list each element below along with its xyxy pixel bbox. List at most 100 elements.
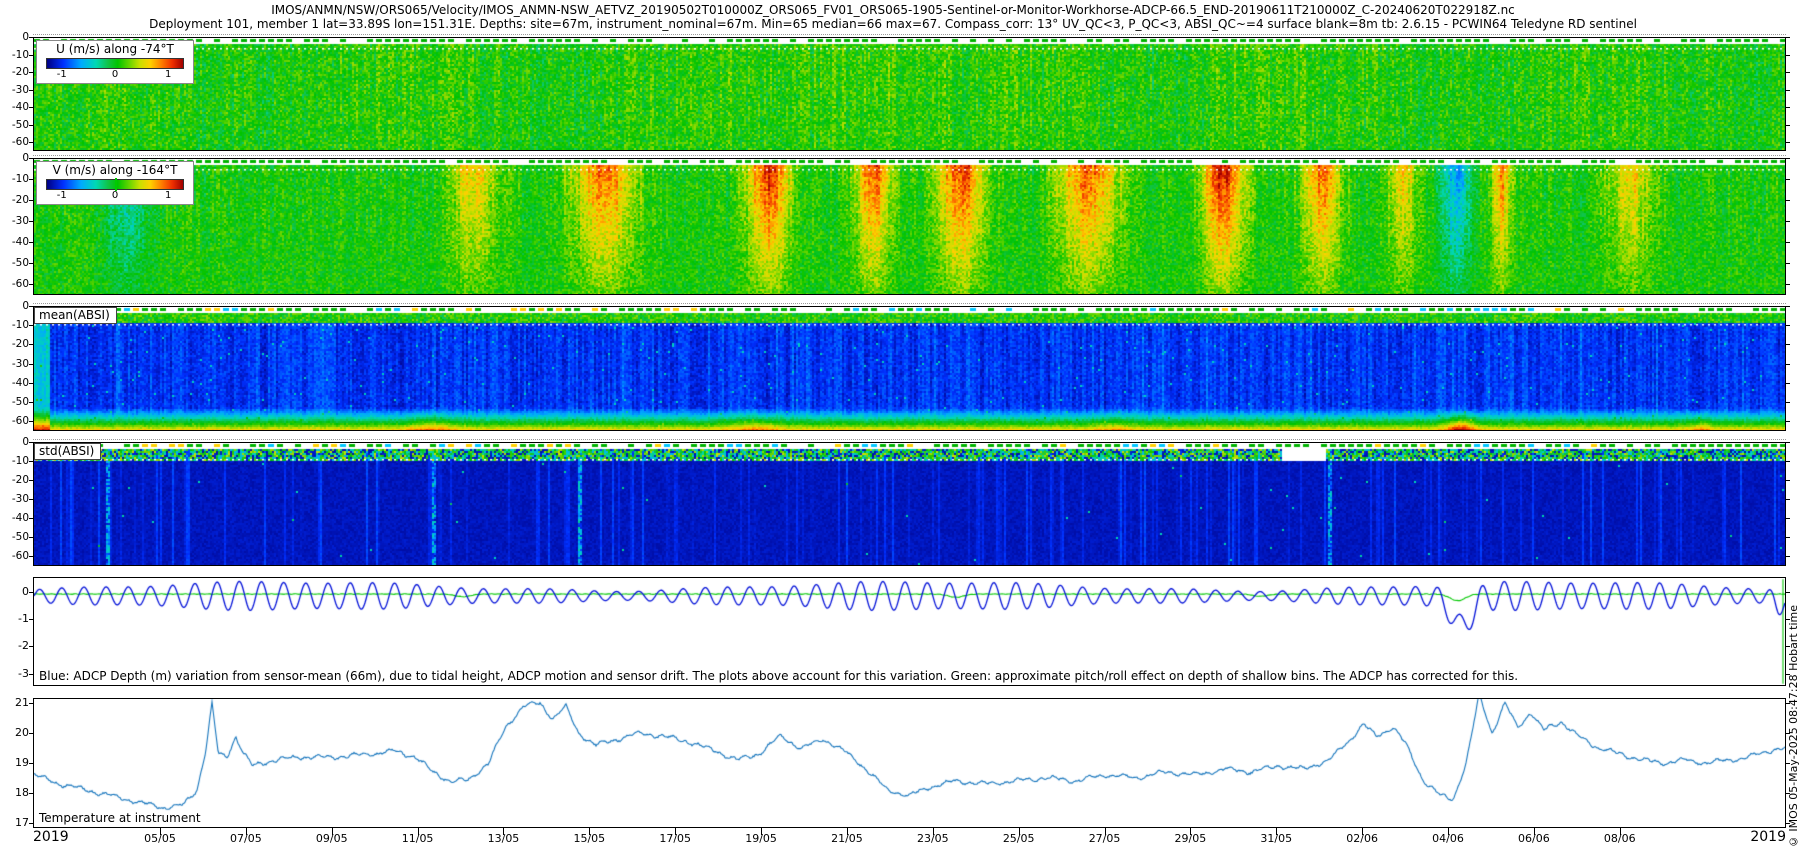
x-axis-year-right: 2019 <box>1750 829 1786 845</box>
y-tick-label: -2 <box>18 639 29 653</box>
y-tick-label: -10 <box>11 173 29 186</box>
y-tick-mark <box>29 556 33 558</box>
temperature-plot <box>34 699 1785 827</box>
y-tick-mark <box>29 823 33 825</box>
y-tick-mark <box>1786 54 1790 56</box>
figure-subtitle: Deployment 101, member 1 lat=33.89S lon=… <box>149 17 1637 31</box>
y-tick-mark <box>29 325 33 327</box>
y-tick-mark <box>1786 763 1790 764</box>
panel-depth-variation: Blue: ADCP Depth (m) variation from sens… <box>33 577 1786 686</box>
y-tick-mark <box>1786 107 1790 109</box>
y-tick-label: 17 <box>15 816 29 830</box>
y-tick-mark <box>29 732 33 734</box>
y-tick-mark <box>29 124 33 126</box>
y-tick-label: -60 <box>11 550 29 563</box>
x-tick-label: 25/05 <box>1002 832 1035 845</box>
x-tick-label: 02/06 <box>1346 832 1378 845</box>
y-tick-mark <box>1786 556 1790 558</box>
y-tick-mark <box>1786 37 1790 38</box>
y-tick-mark <box>1786 242 1790 244</box>
y-tick-label: -60 <box>11 136 29 149</box>
v-colorbar <box>46 178 184 191</box>
y-tick-label: -50 <box>11 257 29 270</box>
y-tick-label: -10 <box>11 48 29 61</box>
panel-temperature: Temperature at instrument <box>33 698 1786 828</box>
y-tick-mark <box>29 763 33 764</box>
y-tick-mark <box>1786 421 1790 423</box>
colorbar-tick-label: 0 <box>111 190 119 201</box>
x-tick-label: 11/05 <box>401 832 434 845</box>
x-tick-label: 08/06 <box>1603 832 1636 845</box>
y-tick-label: -30 <box>11 493 29 506</box>
y-tick-label: -10 <box>11 455 29 468</box>
y-tick-mark <box>1786 200 1790 202</box>
y-tick-mark <box>1786 702 1790 704</box>
y-tick-label: 18 <box>15 786 29 800</box>
v-colorbar-title: V (m/s) along -164°T <box>52 163 178 177</box>
y-tick-label: -20 <box>11 66 29 79</box>
figure-title: IMOS/ANMN/NSW/ORS065/Velocity/IMOS_ANMN-… <box>271 3 1515 17</box>
y-tick-mark <box>29 344 33 346</box>
v-velocity-heatmap <box>34 159 1785 294</box>
y-tick-label: -20 <box>11 474 29 487</box>
y-tick-label: -60 <box>11 415 29 428</box>
y-tick-mark <box>29 646 33 648</box>
x-tick-label: 15/05 <box>573 832 606 845</box>
x-tick-label: 29/05 <box>1174 832 1207 845</box>
x-tick-label: 27/05 <box>1088 832 1121 845</box>
y-tick-label: -20 <box>11 338 29 351</box>
mean-absi-label: mean(ABSI) <box>34 307 117 324</box>
x-tick-label: 05/05 <box>144 832 176 845</box>
y-tick-mark <box>1786 673 1790 675</box>
imos-watermark: © IMOS 05-May-2025 08:47:28 Hobart time <box>1787 604 1800 848</box>
y-tick-mark <box>1786 344 1790 346</box>
y-tick-mark <box>29 480 33 482</box>
y-tick-mark <box>29 537 33 539</box>
temperature-label: Temperature at instrument <box>39 811 201 825</box>
y-tick-mark <box>1786 284 1790 286</box>
figure: IMOS/ANMN/NSW/ORS065/Velocity/IMOS_ANMN-… <box>0 0 1800 850</box>
y-tick-mark <box>1786 537 1790 539</box>
y-tick-label: 20 <box>15 725 29 739</box>
std-absi-label: std(ABSI) <box>34 443 102 460</box>
panel-u-velocity: U (m/s) along -74°T -1 0 1 <box>33 34 1786 151</box>
y-tick-label: -10 <box>11 319 29 332</box>
y-tick-mark <box>1786 499 1790 501</box>
x-tick-label: 23/05 <box>916 832 949 845</box>
y-tick-mark <box>29 242 33 244</box>
x-tick-label: 07/05 <box>230 832 262 845</box>
y-tick-mark <box>1786 732 1790 734</box>
y-tick-mark <box>29 591 33 593</box>
y-tick-label: -20 <box>11 194 29 207</box>
u-colorbar-legend: U (m/s) along -74°T -1 0 1 <box>36 40 194 84</box>
y-tick-mark <box>1786 646 1790 648</box>
y-tick-mark <box>1786 179 1790 181</box>
colorbar-tick-label: 0 <box>111 69 119 80</box>
y-tick-mark <box>1786 480 1790 482</box>
y-tick-label: -60 <box>11 278 29 291</box>
y-tick-label: -30 <box>11 357 29 370</box>
depth-variation-annotation: Blue: ADCP Depth (m) variation from sens… <box>39 669 1519 683</box>
y-tick-mark <box>1786 382 1790 384</box>
y-tick-mark <box>29 499 33 501</box>
y-tick-mark <box>29 673 33 675</box>
y-tick-label: -3 <box>18 666 29 680</box>
y-tick-mark <box>29 793 33 795</box>
y-tick-mark <box>1786 823 1790 825</box>
y-tick-mark <box>1786 124 1790 126</box>
y-tick-mark <box>29 363 33 365</box>
y-tick-mark <box>29 402 33 404</box>
u-velocity-heatmap <box>34 38 1785 150</box>
y-tick-mark <box>1786 72 1790 74</box>
y-tick-mark <box>1786 363 1790 365</box>
y-tick-mark <box>29 619 33 621</box>
y-tick-mark <box>1786 402 1790 404</box>
x-tick-label: 09/05 <box>315 832 348 845</box>
y-tick-label: 0 <box>22 31 29 43</box>
y-tick-mark <box>1786 325 1790 327</box>
x-tick-label: 06/06 <box>1518 832 1550 845</box>
y-tick-mark <box>1786 306 1790 307</box>
u-colorbar-title: U (m/s) along -74°T <box>56 42 174 56</box>
y-tick-mark <box>1786 461 1790 463</box>
y-tick-mark <box>29 461 33 463</box>
